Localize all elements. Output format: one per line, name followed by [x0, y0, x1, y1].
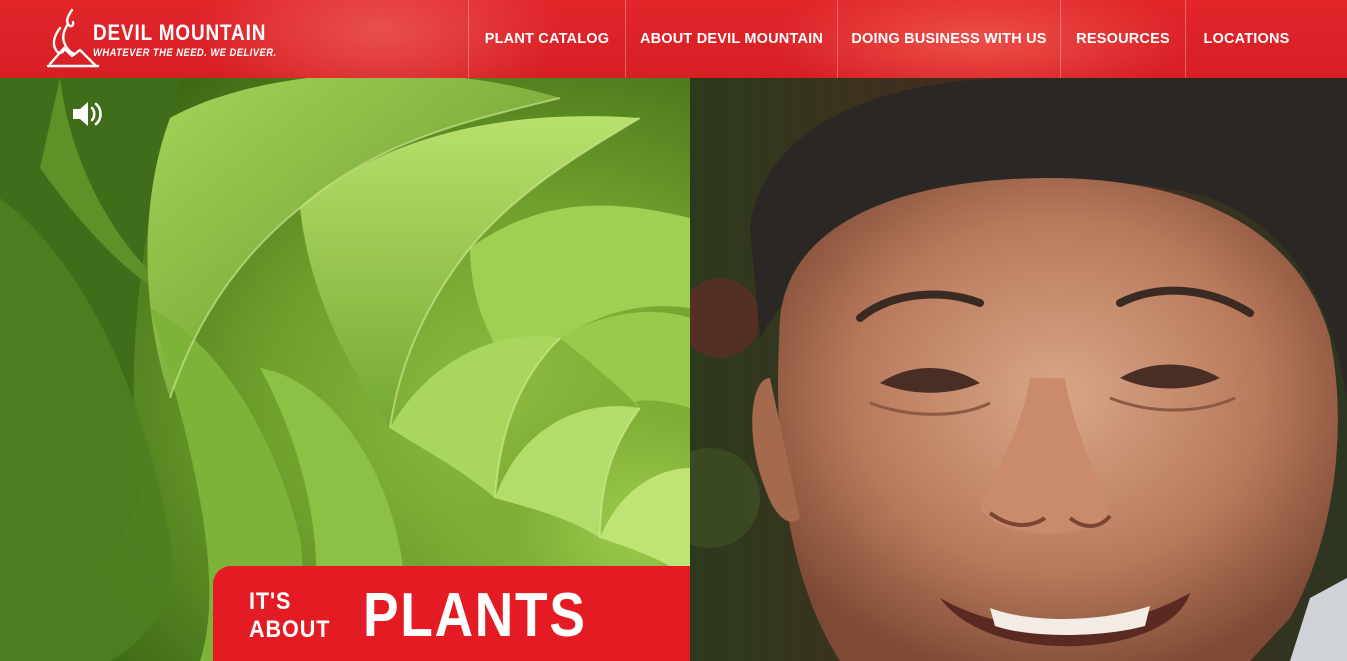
nav-item-plant-catalog[interactable]: PLANT CATALOG: [468, 0, 625, 78]
hero-banner: IT'S ABOUT PLANTS: [213, 566, 690, 661]
banner-line-2: ABOUT: [249, 616, 331, 643]
succulent-photo: IT'S ABOUT PLANTS: [0, 78, 690, 661]
nav-item-doing-business[interactable]: DOING BUSINESS WITH US: [837, 0, 1060, 78]
nav-item-about[interactable]: ABOUT DEVIL MOUNTAIN: [625, 0, 837, 78]
hero-section: IT'S ABOUT PLANTS: [0, 78, 1347, 661]
portrait-photo: [690, 78, 1347, 661]
brand-tagline: WHATEVER THE NEED. WE DELIVER.: [93, 47, 277, 59]
nav-item-locations[interactable]: LOCATIONS: [1185, 0, 1307, 78]
banner-headline: PLANTS: [363, 581, 587, 650]
nav-item-resources[interactable]: RESOURCES: [1060, 0, 1185, 78]
main-navigation: PLANT CATALOG ABOUT DEVIL MOUNTAIN DOING…: [468, 0, 1307, 78]
speaker-volume-icon[interactable]: [71, 99, 107, 129]
brand-name: DEVIL MOUNTAIN: [93, 20, 267, 45]
banner-prefix: IT'S ABOUT: [249, 588, 330, 644]
brand-logo[interactable]: DEVIL MOUNTAIN WHATEVER THE NEED. WE DEL…: [40, 6, 276, 70]
smiling-man-portrait-illustration: [690, 78, 1347, 661]
site-header: DEVIL MOUNTAIN WHATEVER THE NEED. WE DEL…: [0, 0, 1347, 78]
devil-mountain-logo-icon: [46, 8, 100, 68]
banner-line-1: IT'S: [249, 588, 292, 615]
